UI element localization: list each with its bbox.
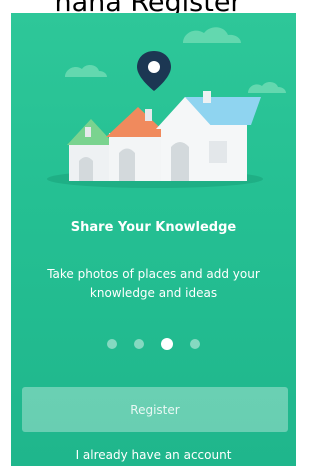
houses-illustration <box>47 27 286 188</box>
location-pin-icon <box>137 51 171 91</box>
onboarding-screen: Share Your Knowledge Take photos of plac… <box>11 13 296 466</box>
onboarding-headline: Share Your Knowledge <box>70 220 237 235</box>
page-dot-2[interactable] <box>134 339 144 349</box>
page-dot-4[interactable] <box>190 339 200 349</box>
house-blue-roof <box>156 91 261 181</box>
cloud-icon <box>248 81 286 93</box>
cloud-icon <box>65 65 107 77</box>
cloud-icon <box>183 27 241 43</box>
house-orange-roof <box>106 107 170 181</box>
page-indicator <box>11 338 296 350</box>
page-dot-3-active[interactable] <box>161 338 173 350</box>
onboarding-subtitle: Take photos of places and add your knowl… <box>47 267 260 300</box>
page-dot-1[interactable] <box>107 339 117 349</box>
register-button[interactable]: Register <box>22 387 288 432</box>
already-have-account-link[interactable]: I already have an account <box>11 446 296 464</box>
